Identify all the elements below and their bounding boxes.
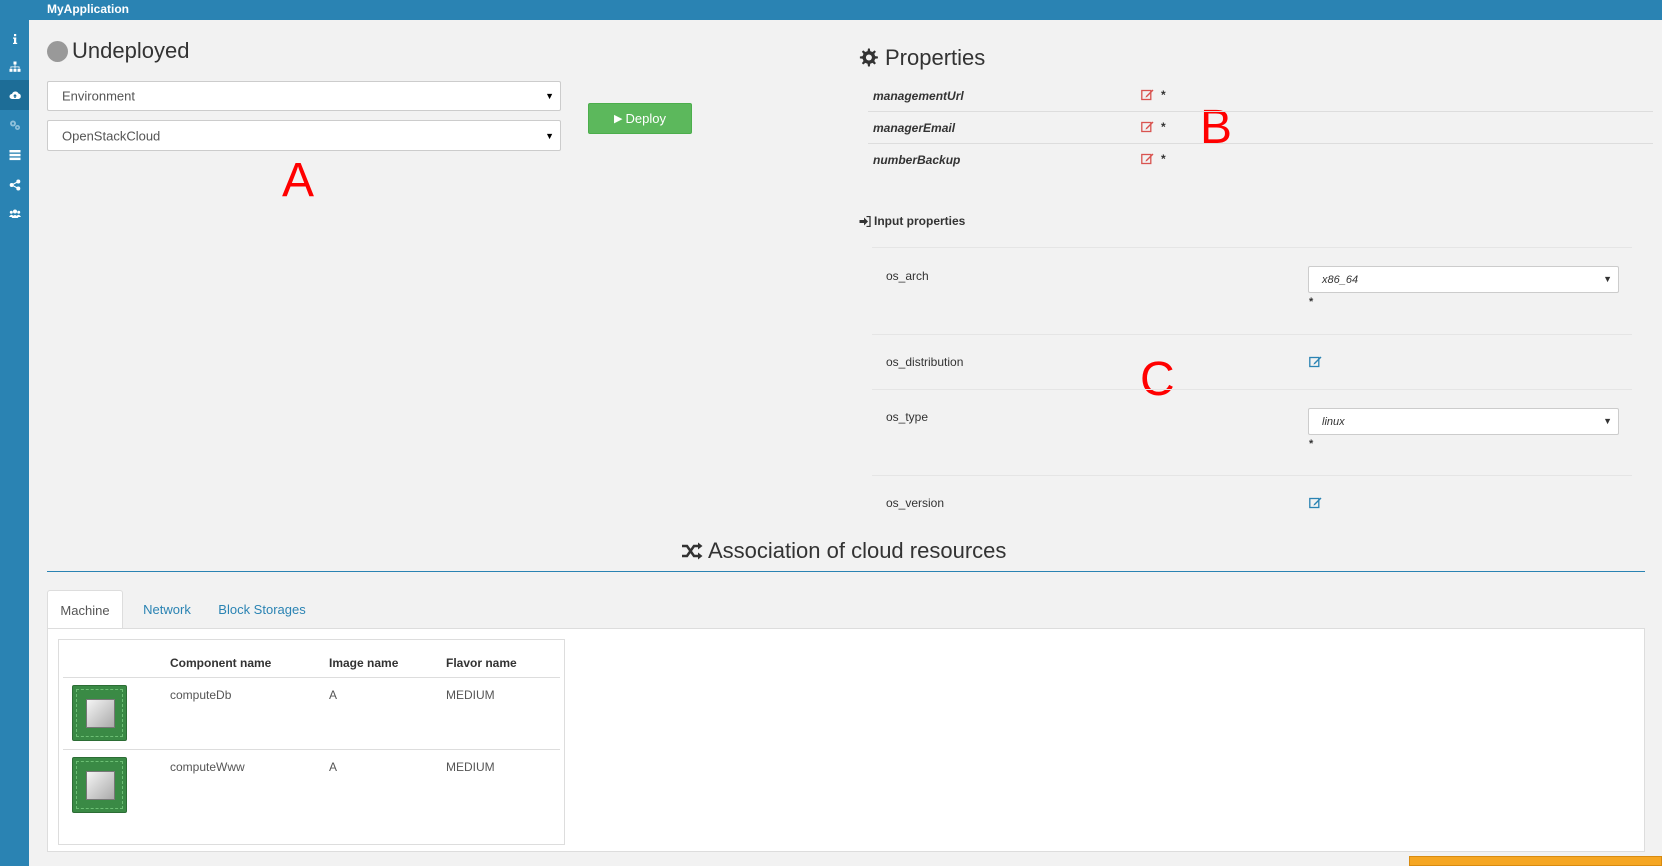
machine-chip-icon	[72, 685, 127, 741]
property-name: numberBackup	[873, 153, 961, 167]
sitemap-icon	[9, 61, 20, 72]
property-name: managementUrl	[873, 89, 964, 103]
column-header: Flavor name	[446, 656, 517, 670]
os-arch-select-value: x86_64	[1322, 274, 1359, 286]
required-marker: *	[1161, 120, 1166, 134]
tab-label: Network	[143, 601, 191, 617]
properties-title: Properties	[885, 45, 986, 70]
sidebar-item-users[interactable]	[0, 199, 29, 229]
column-header: Image name	[329, 656, 399, 670]
required-marker: *	[1161, 88, 1166, 102]
sidebar-item-topology[interactable]	[0, 52, 29, 82]
table-cell-image[interactable]: A	[329, 688, 337, 702]
input-property-row: os_arch x86_64 ▼ *	[872, 247, 1632, 334]
sign-in-icon	[859, 215, 871, 227]
os-type-select-value: linux	[1322, 416, 1345, 428]
deployment-status: Undeployed	[47, 38, 189, 64]
edit-icon[interactable]	[1141, 152, 1154, 165]
property-row: numberBackup *	[868, 144, 1653, 176]
table-cell-image[interactable]: A	[329, 760, 337, 774]
input-property-row: os_distribution	[872, 334, 1632, 389]
edit-icon[interactable]	[1309, 496, 1322, 509]
edit-icon[interactable]	[1141, 120, 1154, 133]
sidebar-item-list[interactable]	[0, 140, 29, 170]
tab-network[interactable]: Network	[129, 590, 205, 628]
table-cell-component: computeWww	[170, 760, 245, 774]
sidebar-item-share[interactable]	[0, 170, 29, 200]
table-cell-component: computeDb	[170, 688, 232, 702]
random-icon	[682, 542, 703, 560]
input-property-row: os_version	[872, 475, 1632, 515]
annotation-a: A	[282, 154, 315, 207]
tab-label: Block Storages	[218, 601, 306, 617]
deploy-button-label: Deploy	[625, 111, 666, 126]
info-icon	[12, 34, 17, 44]
app-title[interactable]: MyApplication	[47, 2, 129, 16]
input-property-name: os_arch	[886, 269, 929, 283]
required-marker: *	[1161, 152, 1166, 166]
sidebar-item-deployment[interactable]	[0, 80, 29, 110]
input-property-name: os_type	[886, 410, 929, 424]
table-row-divider	[63, 749, 560, 750]
association-heading: Association of cloud resources	[681, 538, 1006, 564]
list-icon	[9, 150, 20, 161]
input-properties-title: Input properties	[874, 214, 966, 228]
section-divider	[47, 571, 1645, 572]
input-property-row: os_type linux ▼ *	[872, 389, 1632, 475]
notification-tab[interactable]	[1409, 856, 1662, 866]
sidebar	[0, 20, 29, 866]
input-properties-heading: Input properties	[859, 214, 965, 228]
properties-heading: Properties	[859, 45, 985, 71]
sidebar-item-settings[interactable]	[0, 110, 29, 140]
machine-table: Component name Image name Flavor name co…	[58, 639, 565, 845]
play-icon: ▶	[614, 113, 623, 125]
sidebar-item-info[interactable]	[0, 24, 29, 54]
chevron-down-icon: ▼	[1603, 416, 1612, 426]
status-dot-icon	[47, 40, 68, 62]
users-icon	[8, 209, 21, 218]
input-property-name: os_version	[886, 496, 945, 510]
edit-icon[interactable]	[1141, 88, 1154, 101]
table-cell-flavor[interactable]: MEDIUM	[446, 688, 495, 702]
os-type-select[interactable]: linux ▼	[1308, 408, 1619, 435]
location-select-value: OpenStackCloud	[62, 128, 161, 143]
gear-icon	[859, 48, 878, 67]
table-cell-flavor[interactable]: MEDIUM	[446, 760, 495, 774]
chevron-down-icon: ▼	[545, 130, 554, 141]
column-header: Component name	[170, 656, 272, 670]
tab-label: Machine	[60, 602, 110, 618]
machine-tab-panel: Component name Image name Flavor name co…	[47, 628, 1645, 852]
machine-chip-icon	[72, 757, 127, 813]
location-select[interactable]: OpenStackCloud ▼	[47, 120, 561, 151]
association-title: Association of cloud resources	[708, 538, 1007, 563]
tab-machine[interactable]: Machine	[47, 590, 123, 629]
required-marker: *	[1309, 296, 1314, 308]
property-row: managementUrl *	[868, 80, 1653, 112]
environment-select[interactable]: Environment ▼	[47, 81, 561, 111]
deploy-button[interactable]: ▶ Deploy	[588, 103, 692, 134]
property-name: managerEmail	[873, 121, 956, 135]
tab-block-storages[interactable]: Block Storages	[211, 590, 313, 628]
required-marker: *	[1309, 438, 1314, 450]
chevron-down-icon: ▼	[1603, 274, 1612, 284]
table-header-divider	[63, 677, 560, 678]
chevron-down-icon: ▼	[545, 91, 554, 101]
cloud-upload-icon	[9, 91, 21, 99]
environment-select-value: Environment	[62, 88, 135, 104]
edit-icon[interactable]	[1309, 355, 1322, 368]
top-bar: MyApplication	[0, 0, 1662, 20]
gears-icon	[9, 120, 20, 130]
input-property-name: os_distribution	[886, 355, 964, 369]
os-arch-select[interactable]: x86_64 ▼	[1308, 266, 1619, 293]
status-label: Undeployed	[72, 38, 190, 63]
property-row: managerEmail *	[868, 112, 1653, 144]
share-icon	[9, 179, 20, 191]
